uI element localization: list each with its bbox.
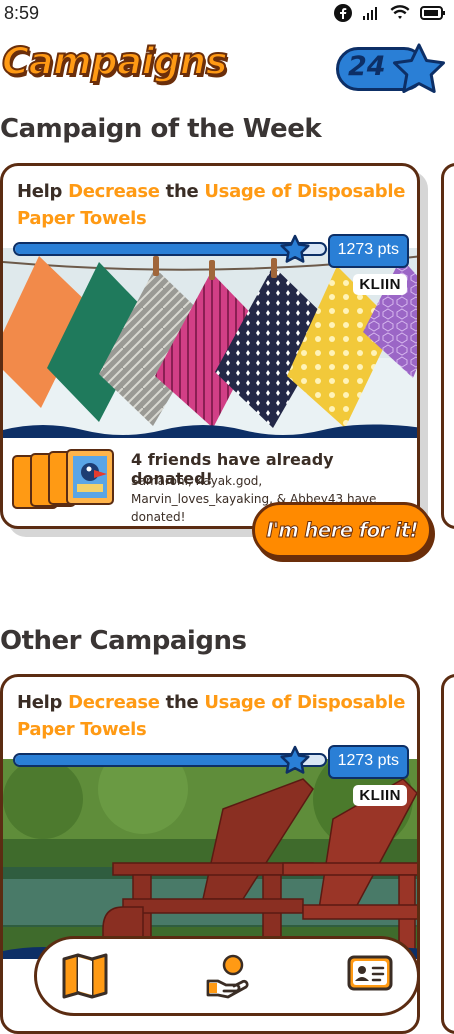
facebook-icon xyxy=(334,4,352,22)
status-time: 8:59 xyxy=(4,3,40,23)
nav-profile[interactable] xyxy=(347,953,393,997)
page-title: Campaigns xyxy=(1,39,229,84)
campaign-points-pill: 1273 pts xyxy=(327,745,409,779)
friend-stamps xyxy=(12,449,114,509)
donate-hand-icon xyxy=(206,954,249,999)
bottom-nav xyxy=(34,936,420,1016)
points-badge[interactable]: 24 xyxy=(336,43,448,93)
progress-fill xyxy=(15,755,294,765)
nav-map[interactable] xyxy=(61,953,109,1003)
progress-star-icon xyxy=(280,234,310,263)
join-campaign-button[interactable]: I'm here for it! xyxy=(252,502,432,558)
featured-campaign-card[interactable]: Help Decrease the Usage of Disposable Pa… xyxy=(0,163,420,529)
next-campaign-card-peek[interactable] xyxy=(441,674,454,1034)
campaign-headline: Help Decrease the Usage of Disposable Pa… xyxy=(17,178,407,232)
headline-highlight-3: Paper Towels xyxy=(17,719,147,740)
headline-highlight-3: Paper Towels xyxy=(17,208,147,229)
progress-star-icon xyxy=(280,745,310,774)
headline-highlight-1: Decrease xyxy=(68,692,160,713)
nav-donate[interactable] xyxy=(205,953,249,1003)
progress-fill xyxy=(15,244,294,254)
headline-prefix: Help xyxy=(17,181,69,202)
battery-icon xyxy=(420,6,445,20)
headline-mid: the xyxy=(159,181,205,202)
headline-highlight-2: Usage of Disposable xyxy=(204,692,406,713)
star-icon xyxy=(393,43,445,93)
profile-card-icon xyxy=(347,955,393,991)
wifi-icon xyxy=(390,5,410,19)
headline-mid: the xyxy=(159,692,205,713)
section-title-featured: Campaign of the Week xyxy=(0,114,322,144)
headline-prefix: Help xyxy=(17,692,69,713)
campaign-headline: Help Decrease the Usage of Disposable Pa… xyxy=(17,689,407,743)
campaign-points-pill: 1273 pts xyxy=(327,234,409,268)
next-campaign-card-peek[interactable] xyxy=(441,163,454,529)
brand-logo: KLIIN xyxy=(353,785,407,806)
headline-highlight-2: Usage of Disposable xyxy=(204,181,406,202)
headline-highlight-1: Decrease xyxy=(68,181,160,202)
signal-icon xyxy=(363,7,377,20)
section-title-other: Other Campaigns xyxy=(0,626,247,656)
points-count: 24 xyxy=(348,51,386,82)
map-icon xyxy=(62,953,108,999)
status-icons xyxy=(334,4,446,22)
status-bar: 8:59 xyxy=(0,0,454,30)
brand-logo: KLIIN xyxy=(353,274,407,295)
